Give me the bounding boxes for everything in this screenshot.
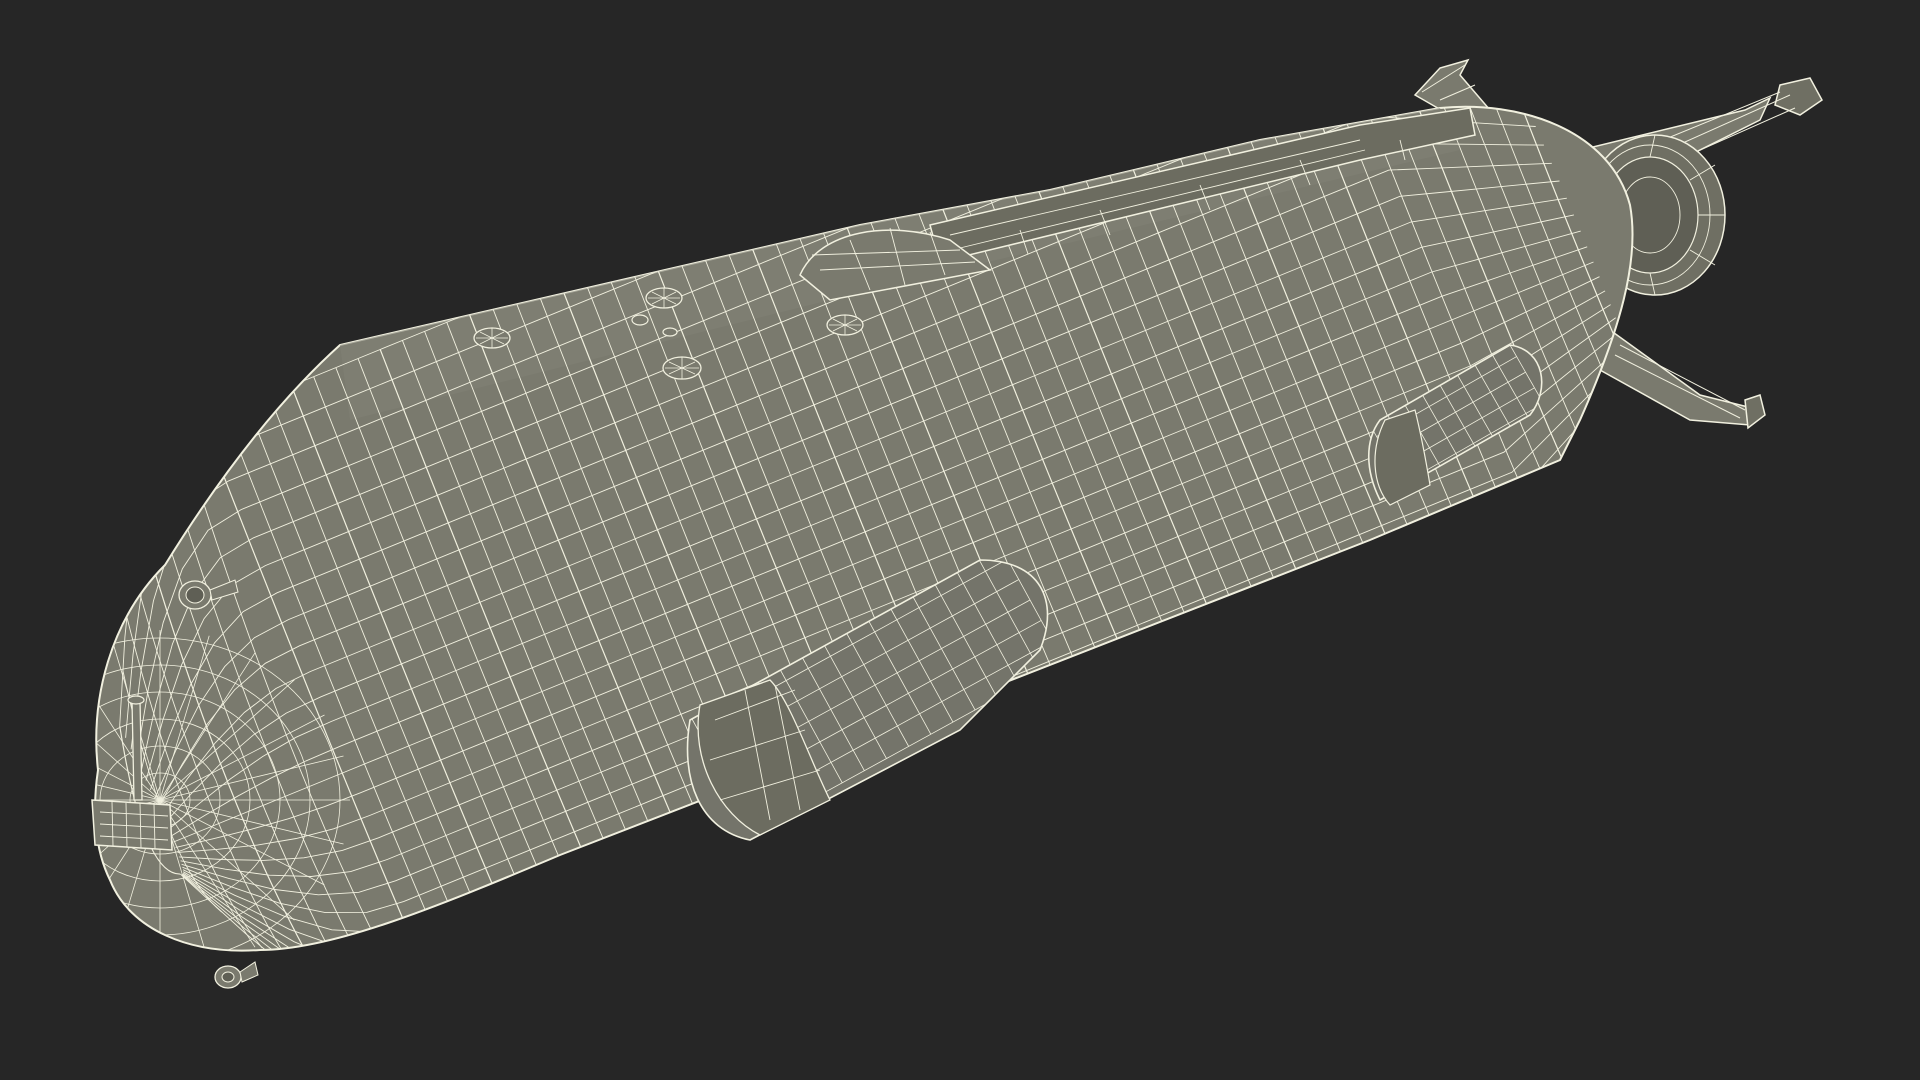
tail-fin-lower [1599, 328, 1766, 430]
render-viewport [0, 0, 1920, 1080]
sensor-knob-1 [631, 314, 649, 326]
sensor-dome-3 [826, 314, 864, 336]
sensor-dome-1 [473, 327, 511, 349]
sensor-dome-4 [662, 356, 702, 380]
fuselage [94, 105, 1634, 952]
wireframe-model-render [91, 58, 1823, 989]
nose-sensor-box [91, 799, 173, 851]
sensor-knob-2 [662, 327, 678, 337]
nose-ring-bottom [214, 961, 259, 989]
sensor-dome-2 [645, 287, 683, 309]
